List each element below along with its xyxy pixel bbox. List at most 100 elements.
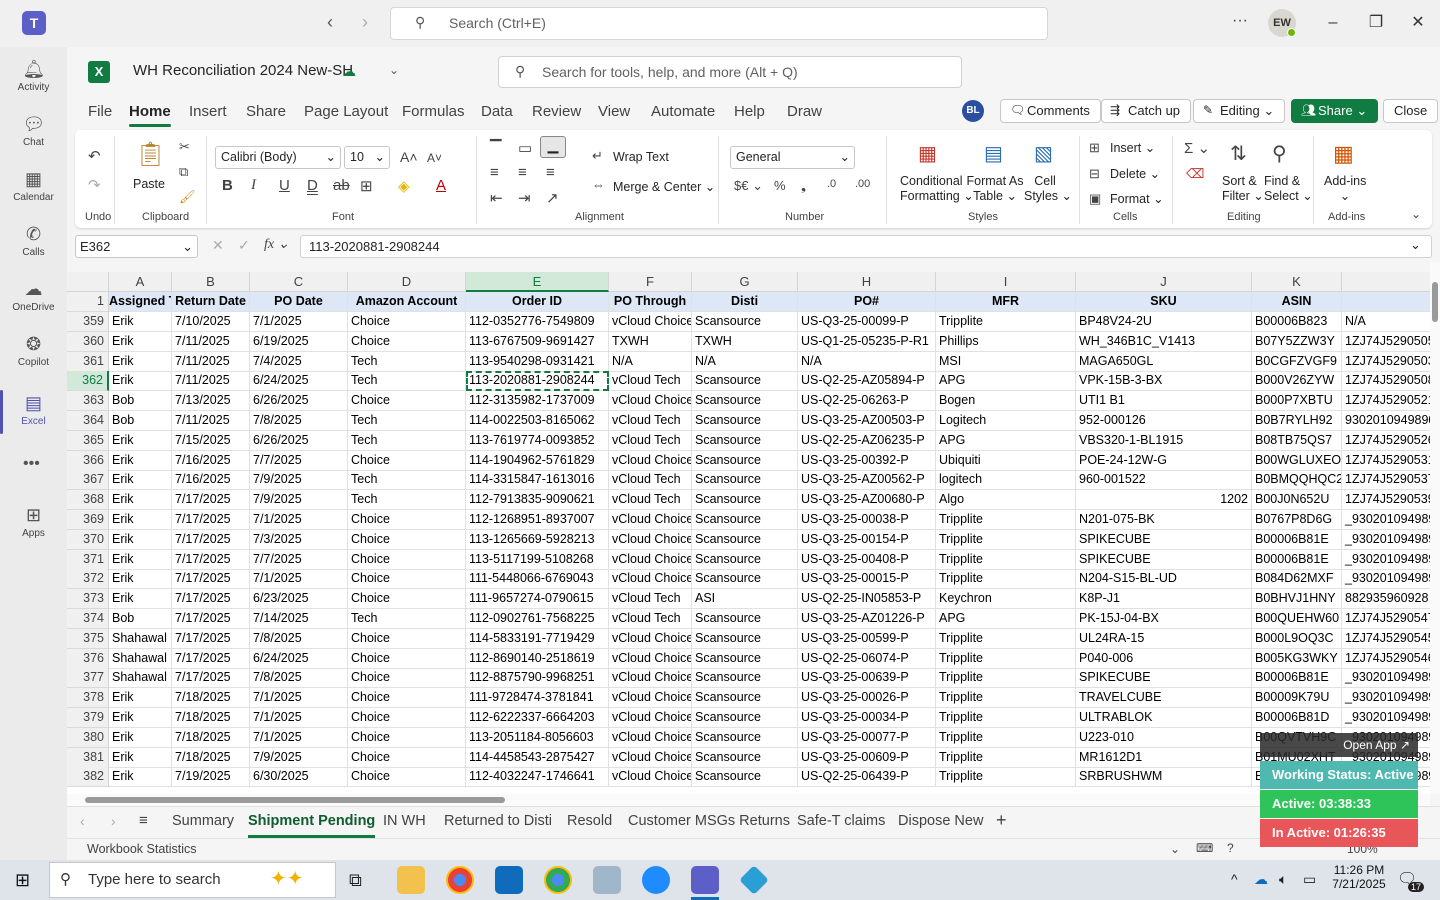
vertical-scroll-thumb[interactable]: [1432, 282, 1438, 322]
app-icon[interactable]: [593, 866, 621, 894]
row-header[interactable]: 366: [67, 450, 109, 471]
add-sheet-icon[interactable]: +: [996, 810, 1007, 831]
table-cell[interactable]: 6/24/2025: [250, 648, 348, 669]
table-cell[interactable]: Scansource: [692, 371, 798, 392]
tab-review[interactable]: Review: [532, 103, 581, 120]
fill-color-icon[interactable]: ◈: [398, 177, 410, 195]
table-cell[interactable]: 7/11/2025: [172, 411, 250, 431]
insert-function-icon[interactable]: fx ⌄: [264, 236, 289, 253]
table-cell[interactable]: US-Q2-25-IN05853-P: [798, 589, 936, 610]
file-explorer-icon[interactable]: [397, 866, 425, 894]
table-cell[interactable]: 1ZJ74J529052606751, 1: [1342, 431, 1430, 451]
table-cell[interactable]: Scansource: [692, 549, 798, 570]
table-cell[interactable]: Scansource: [692, 747, 798, 768]
row-header[interactable]: 1: [67, 292, 109, 312]
table-cell[interactable]: 1202: [1076, 490, 1252, 511]
table-cell[interactable]: 7/3/2025: [250, 529, 348, 550]
table-cell[interactable]: US-Q2-25-06439-P: [798, 767, 936, 788]
copy-icon[interactable]: ⧉: [179, 164, 188, 180]
sheet-tab-shipment-pending[interactable]: Shipment Pending: [248, 813, 376, 838]
table-cell[interactable]: Bob: [109, 609, 172, 629]
table-cell[interactable]: B00009K79U: [1252, 688, 1342, 709]
sheet-tab-safe-t[interactable]: Safe-T claims: [797, 813, 885, 829]
table-cell[interactable]: B00006B823: [1252, 312, 1342, 332]
table-cell[interactable]: 1ZJ74J529050325595: [1342, 352, 1430, 372]
table-cell[interactable]: Choice: [348, 708, 466, 728]
close-window-icon[interactable]: ✕: [1407, 12, 1429, 34]
merge-center-button[interactable]: Merge & Center ⌄: [613, 179, 715, 194]
table-cell[interactable]: Erik: [109, 589, 172, 610]
copilot-sparkle-icon[interactable]: ✦✦: [270, 866, 304, 891]
column-header[interactable]: [1342, 272, 1430, 292]
table-cell[interactable]: Scansource: [692, 609, 798, 629]
column-title-cell[interactable]: PO#: [798, 292, 936, 312]
table-cell[interactable]: 114-3315847-1613016: [466, 470, 609, 491]
row-header[interactable]: 373: [67, 589, 109, 610]
table-cell[interactable]: Choice: [348, 589, 466, 610]
table-cell[interactable]: US-Q3-25-AZ00680-P: [798, 490, 936, 511]
rail-item-apps[interactable]: ⊞ Apps: [0, 498, 67, 556]
tab-help[interactable]: Help: [734, 103, 765, 120]
row-header[interactable]: 372: [67, 569, 109, 590]
windows-start-icon[interactable]: ⊞: [15, 870, 30, 891]
table-cell[interactable]: SPIKECUBE: [1076, 529, 1252, 550]
tab-data[interactable]: Data: [481, 103, 513, 120]
table-cell[interactable]: 114-5833191-7719429: [466, 628, 609, 649]
tab-insert[interactable]: Insert: [189, 103, 227, 120]
row-header[interactable]: 374: [67, 609, 109, 629]
table-cell[interactable]: Tripplite: [936, 688, 1076, 709]
row-header[interactable]: 365: [67, 430, 109, 451]
table-cell[interactable]: 7/15/2025: [172, 430, 250, 451]
row-header[interactable]: 369: [67, 510, 109, 530]
comma-style-icon[interactable]: ❟: [801, 178, 806, 194]
table-cell[interactable]: US-Q3-25-00392-P: [798, 450, 936, 471]
table-cell[interactable]: Tripplite: [936, 549, 1076, 570]
number-format-select[interactable]: General ⌄: [730, 146, 855, 169]
next-sheet-icon[interactable]: ›: [111, 813, 116, 829]
table-cell[interactable]: Scansource: [692, 450, 798, 471]
table-cell[interactable]: POE-24-12W-G: [1076, 450, 1252, 471]
table-cell[interactable]: Scansource: [692, 569, 798, 590]
table-cell[interactable]: Erik: [109, 450, 172, 471]
table-cell[interactable]: Choice: [348, 331, 466, 352]
table-cell[interactable]: P040-006: [1076, 648, 1252, 669]
table-cell[interactable]: Erik: [109, 490, 172, 511]
table-cell[interactable]: 7/14/2025: [250, 609, 348, 629]
tray-chevron-icon[interactable]: ^: [1231, 871, 1238, 887]
table-cell[interactable]: vCloud Choice: [609, 391, 692, 412]
table-cell[interactable]: Bogen: [936, 391, 1076, 412]
table-cell[interactable]: vCloud Choice: [609, 450, 692, 471]
table-cell[interactable]: N204-S15-BL-UD: [1076, 569, 1252, 590]
chrome-icon[interactable]: [446, 866, 474, 894]
teams-search-input[interactable]: Search (Ctrl+E): [390, 7, 1048, 40]
workbook-statistics-button[interactable]: Workbook Statistics: [87, 842, 197, 856]
cut-icon[interactable]: ✂: [179, 139, 190, 155]
table-cell[interactable]: UL24RA-15: [1076, 628, 1252, 649]
table-cell[interactable]: APG: [936, 609, 1076, 629]
table-cell[interactable]: US-Q3-25-00408-P: [798, 549, 936, 570]
table-cell[interactable]: Choice: [348, 549, 466, 570]
column-header[interactable]: G: [692, 272, 798, 292]
table-cell[interactable]: Choice: [348, 450, 466, 471]
table-cell[interactable]: 113-2051184-8056603: [466, 727, 609, 748]
table-cell[interactable]: US-Q3-25-00077-P: [798, 727, 936, 748]
taskbar-clock[interactable]: 11:26 PM 7/21/2025: [1330, 863, 1388, 891]
row-header[interactable]: 367: [67, 470, 109, 491]
table-cell[interactable]: US-Q3-25-AZ01226-P: [798, 609, 936, 629]
table-cell[interactable]: vCloud Tech: [609, 609, 692, 629]
table-cell[interactable]: Erik: [109, 549, 172, 570]
table-cell[interactable]: Erik: [109, 510, 172, 530]
table-cell[interactable]: Scansource: [692, 411, 798, 431]
table-cell[interactable]: 7/1/2025: [250, 312, 348, 332]
table-cell[interactable]: N/A: [609, 351, 692, 372]
table-cell[interactable]: 112-3135982-1737009: [466, 391, 609, 412]
table-cell[interactable]: 1ZJ74J529053130236: [1342, 451, 1430, 471]
table-cell[interactable]: Tech: [348, 411, 466, 431]
open-app-button[interactable]: Open App ↗: [1260, 733, 1418, 757]
table-cell[interactable]: 930201094989016000: [1342, 411, 1430, 431]
table-cell[interactable]: Tech: [348, 371, 466, 392]
undo-icon[interactable]: ↶: [88, 147, 101, 165]
table-cell[interactable]: Bob: [109, 391, 172, 412]
table-cell[interactable]: Erik: [109, 331, 172, 352]
tab-file[interactable]: File: [88, 103, 112, 120]
